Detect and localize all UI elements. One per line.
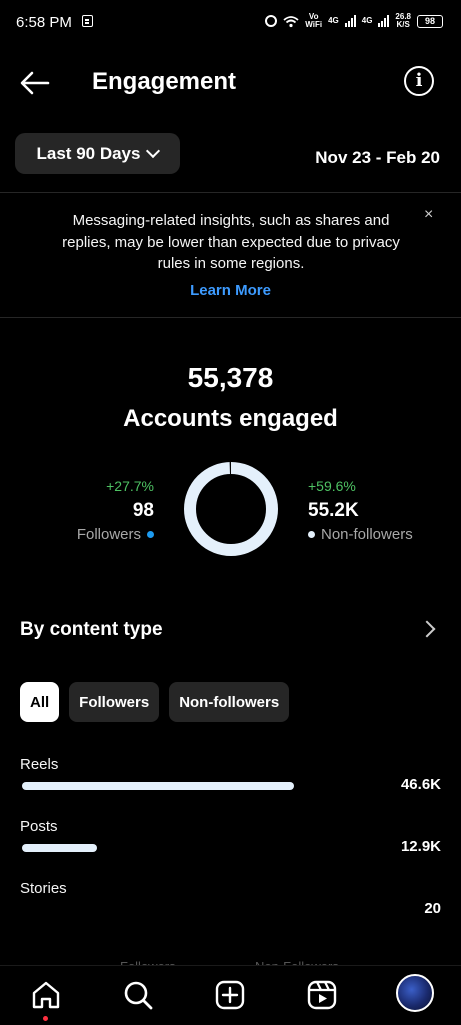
status-time: 6:58 PM [16,14,72,31]
non-followers-change: +59.6% [308,478,356,494]
content-row-value: 46.6K [400,776,441,793]
network-label-1: 4G [328,16,339,25]
net-speed: 26.8 K/S [395,12,411,29]
wifi-icon [283,15,299,27]
non-followers-legend-dot [308,531,315,538]
back-arrow-icon[interactable] [18,66,52,100]
header: Engagement i [0,52,461,112]
content-row-posts: Posts 12.9K [20,818,441,868]
close-icon[interactable]: × [424,206,433,224]
chevron-down-icon [146,143,161,159]
content-row-bar [22,844,98,852]
non-followers-stat: +59.6% 55.2K Non-followers [308,478,413,543]
followers-label: Followers [76,526,141,543]
chevron-right-icon[interactable] [418,620,436,638]
date-range-text: Nov 23 - Feb 20 [315,148,440,167]
info-icon[interactable]: i [404,66,434,96]
signal-icon-2 [378,15,390,27]
signal-icon [344,15,356,27]
notification-dot [43,1016,48,1021]
content-row-label: Stories [20,880,67,897]
non-followers-value: 55.2K [308,500,359,521]
donut-segment-non-followers [184,462,278,556]
search-icon[interactable] [121,978,155,1012]
content-type-title[interactable]: By content type [20,619,163,641]
engagement-donut-chart [184,462,278,556]
content-filter-chips: All Followers Non-followers [20,682,290,722]
content-row-value: 20 [424,900,441,917]
filter-chip-all[interactable]: All [20,682,60,722]
followers-change: +27.7% [106,478,154,494]
accounts-engaged-total: 55,378 [187,362,274,393]
notification-icon [82,15,93,27]
content-row-reels: Reels 46.6K [20,756,441,806]
page-title: Engagement [92,68,237,95]
non-followers-label: Non-followers [321,526,413,543]
privacy-notice-text: Messaging-related insights, such as shar… [62,212,400,272]
learn-more-link[interactable]: Learn More [0,282,461,299]
followers-stat: +27.7% 98 Followers [77,478,154,543]
status-bar: 6:58 PM Vo WiFi 4G 4G 26.8 K/S 98 [0,0,461,44]
content-row-value: 12.9K [400,838,441,855]
followers-value: 98 [132,500,154,521]
network-label-2: 4G [361,16,373,25]
divider [0,192,461,193]
divider [0,317,461,318]
alarm-icon [265,15,278,27]
home-icon[interactable] [29,978,63,1012]
followers-legend-dot [147,531,154,538]
content-row-bar [22,782,295,790]
accounts-engaged-label: Accounts engaged [123,405,338,432]
content-row-label: Posts [20,818,58,835]
date-range-label: Last 90 Days [36,143,141,163]
battery-icon: 98 [417,14,443,28]
content-row-stories: Stories 20 [20,880,441,930]
filter-chip-non-followers[interactable]: Non-followers [169,682,290,722]
profile-avatar[interactable] [396,974,434,1012]
create-post-icon[interactable] [213,978,247,1012]
date-range-dropdown[interactable]: Last 90 Days [15,133,180,174]
filter-chip-followers[interactable]: Followers [69,682,160,722]
content-row-label: Reels [20,756,59,773]
vowifi-label: Vo WiFi [305,12,323,29]
reels-icon[interactable] [305,978,339,1012]
bottom-navigation [0,965,461,1025]
